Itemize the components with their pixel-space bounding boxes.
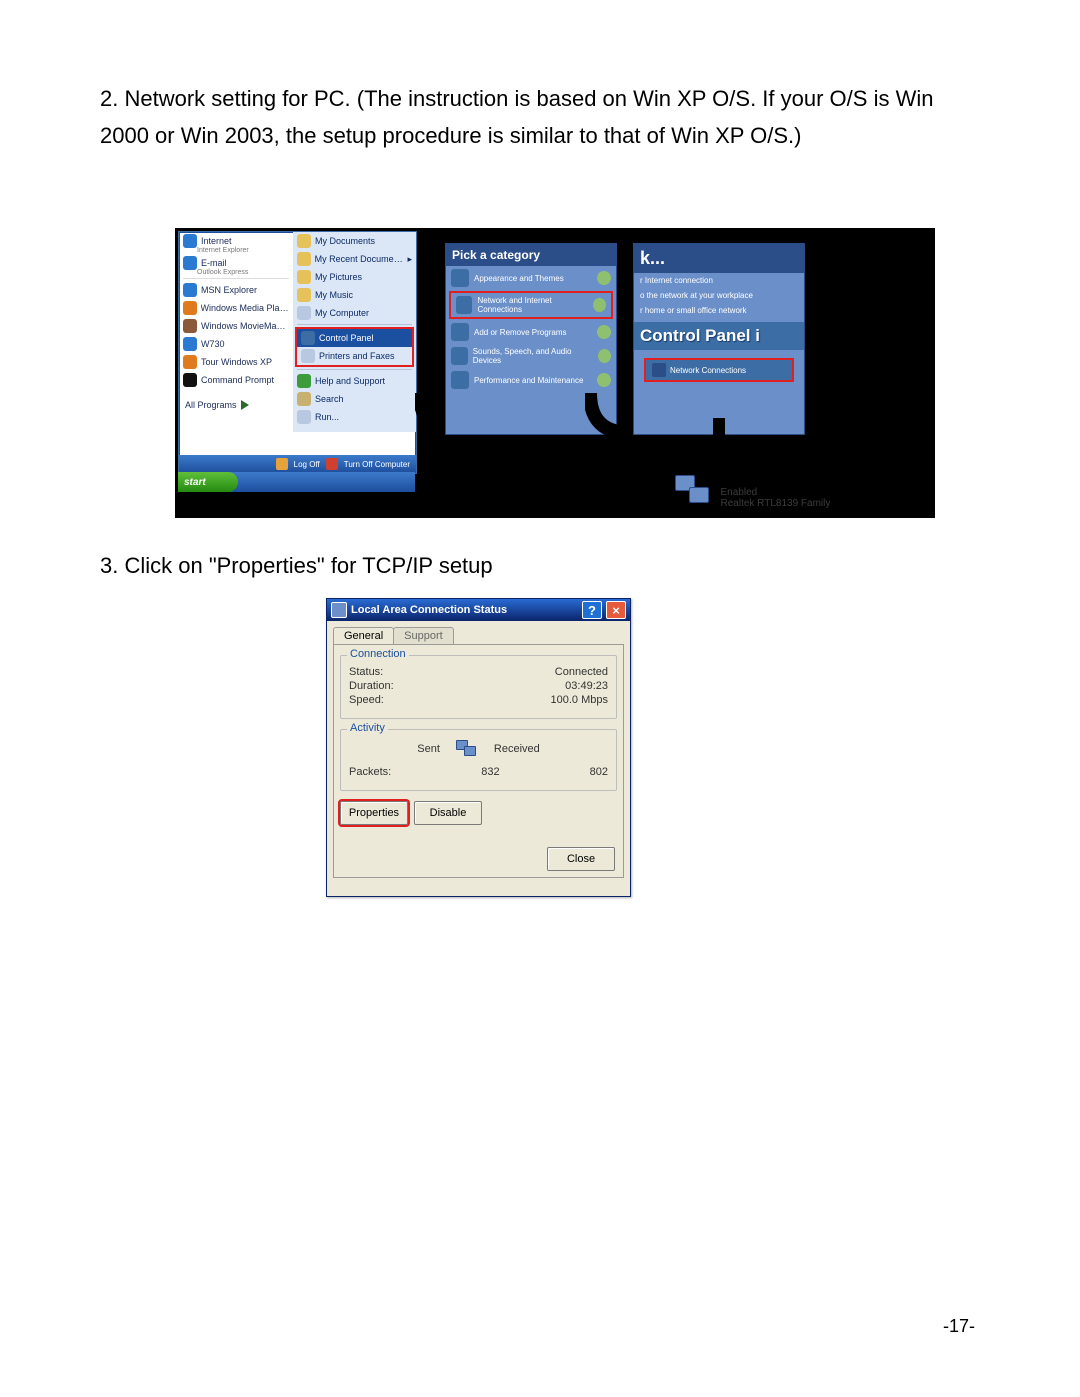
sm-item-mypics[interactable]: My Pictures	[293, 268, 416, 286]
pick-category-title: Pick a category	[446, 244, 616, 266]
sm-item-printers[interactable]: Printers and Faxes	[297, 347, 412, 365]
packets-recv-value: 802	[590, 766, 608, 778]
network-icon	[652, 363, 666, 377]
sm-item-wmp[interactable]: Windows Media Player	[179, 299, 293, 317]
packets-sent-value: 832	[481, 766, 499, 778]
sm-item-msn[interactable]: MSN Explorer	[179, 281, 293, 299]
sm-item-run[interactable]: Run...	[293, 408, 416, 426]
activity-monitors-icon	[456, 740, 478, 758]
all-programs[interactable]: All Programs	[185, 400, 249, 410]
arrow-stem	[713, 418, 725, 458]
sm-item-search[interactable]: Search	[293, 390, 416, 408]
control-panel-mid-label: Control Panel i	[634, 322, 804, 350]
sm-item-mydocs[interactable]: My Documents	[293, 232, 416, 250]
tab-general[interactable]: General	[333, 627, 394, 644]
sm-item-control-panel[interactable]: Control Panel	[297, 329, 412, 347]
sm-item-recent[interactable]: My Recent Documents▸	[293, 250, 416, 268]
connection-group: Connection Status:Connected Duration:03:…	[340, 655, 617, 719]
dialog-icon	[331, 602, 347, 618]
sm-item-mycomp[interactable]: My Computer	[293, 304, 416, 322]
click-lan-twice-row: Click Local Area Connection Enabled Real…	[595, 473, 935, 511]
sent-label: Sent	[417, 743, 440, 755]
status-value: Connected	[555, 666, 608, 678]
cat-addremove[interactable]: Add or Remove Programs	[446, 320, 616, 344]
task-line-3[interactable]: r home or small office network	[634, 303, 804, 318]
cat-appearance[interactable]: Appearance and Themes	[446, 266, 616, 290]
startmenu-left-col: Internet Internet Explorer E-mail Outloo…	[179, 232, 294, 432]
lan-connection-text: Local Area Connection Enabled Realtek RT…	[721, 474, 832, 510]
sm-sub-email: Outlook Express	[197, 269, 293, 276]
startmenu-right-col: My Documents My Recent Documents▸ My Pic…	[293, 232, 416, 432]
activity-group-title: Activity	[347, 722, 388, 734]
sm-sub-internet: Internet Explorer	[197, 247, 293, 254]
task-line-2[interactable]: o the network at your workplace	[634, 288, 804, 303]
speed-key: Speed:	[349, 694, 384, 706]
tab-support[interactable]: Support	[393, 627, 454, 644]
sm-item-help[interactable]: Help and Support	[293, 372, 416, 390]
sm-item-w730[interactable]: W730	[179, 335, 293, 353]
sm-item-moviemaker[interactable]: Windows MovieMaker	[179, 317, 293, 335]
task-title-frag: k...	[634, 244, 804, 273]
chevron-right-icon	[241, 400, 249, 410]
sm-item-tour[interactable]: Tour Windows XP	[179, 353, 293, 371]
shutdown-icon	[326, 458, 338, 470]
dialog-titlebar[interactable]: Local Area Connection Status ? ×	[327, 599, 630, 621]
dialog-body: Connection Status: Connected Duration: 03:…	[333, 644, 624, 878]
close-button[interactable]: Close	[547, 847, 615, 871]
properties-button[interactable]: Properties	[340, 801, 408, 825]
received-label: Received	[494, 743, 540, 755]
startmenu-bottom-bar: Log Off Turn Off Computer	[179, 455, 416, 473]
step3-text: 3. Click on "Properties" for TCP/IP setu…	[100, 553, 493, 579]
twice-label: twice	[855, 480, 903, 504]
click-label: Click	[595, 480, 641, 504]
dialog-tabs: General Support	[333, 627, 630, 644]
connection-group-title: Connection	[347, 648, 409, 660]
activity-group: Activity Sent Received Packets: 832 802	[340, 729, 617, 791]
packets-key: Packets:	[349, 766, 391, 778]
page-number: -17-	[943, 1316, 975, 1337]
lan-connection-icon[interactable]	[673, 473, 715, 511]
duration-value: 03:49:23	[565, 680, 608, 692]
startmenu-screenshot: Internet Internet Explorer E-mail Outloo…	[178, 231, 417, 474]
control-panel-highlight-box: Control Panel Printers and Faxes	[295, 327, 414, 367]
help-button[interactable]: ?	[582, 601, 602, 619]
lac-status-dialog: Local Area Connection Status ? × General…	[326, 598, 631, 897]
network-category-highlight: Network and Internet Connections	[449, 291, 613, 319]
speed-value: 100.0 Mbps	[551, 694, 608, 706]
cat-sounds[interactable]: Sounds, Speech, and Audio Devices	[446, 344, 616, 368]
turnoff-button[interactable]: Turn Off Computer	[344, 460, 410, 469]
taskbar: start	[178, 472, 415, 492]
task-line-1[interactable]: r Internet connection	[634, 273, 804, 288]
duration-key: Duration:	[349, 680, 394, 692]
sm-item-cmd[interactable]: Command Prompt	[179, 371, 293, 389]
status-key: Status:	[349, 666, 383, 678]
logoff-icon	[276, 458, 288, 470]
cat-network[interactable]: Network and Internet Connections	[451, 293, 611, 317]
sm-item-mymusic[interactable]: My Music	[293, 286, 416, 304]
network-tasks-panel: k... r Internet connection o the network…	[633, 243, 805, 435]
dialog-title-text: Local Area Connection Status	[351, 604, 507, 616]
network-connections-link[interactable]: Network Connections	[644, 358, 794, 382]
logoff-button[interactable]: Log Off	[294, 460, 320, 469]
disable-button[interactable]: Disable	[414, 801, 482, 825]
step2-text: 2. Network setting for PC. (The instruct…	[100, 80, 970, 155]
start-button[interactable]: start	[178, 472, 238, 492]
close-icon[interactable]: ×	[606, 601, 626, 619]
